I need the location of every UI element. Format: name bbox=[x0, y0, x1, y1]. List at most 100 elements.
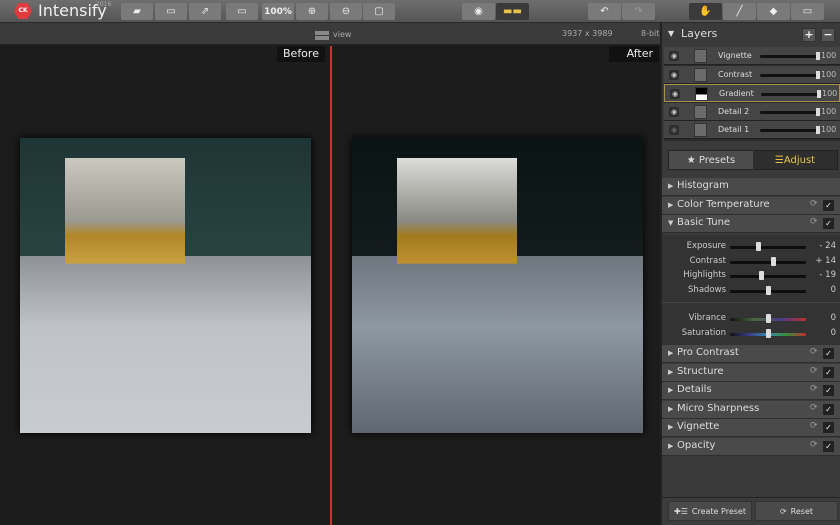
before-label: Before bbox=[277, 46, 325, 62]
slider-handle[interactable] bbox=[770, 256, 776, 266]
hand-icon: ✋ bbox=[699, 6, 712, 17]
slider-value: + 14 bbox=[815, 255, 836, 266]
enable-checkbox[interactable]: ✓ bbox=[823, 199, 834, 211]
reset-icon[interactable]: ⟳ bbox=[810, 384, 818, 394]
panel-tabs: ★ Presets ☰ Adjust bbox=[668, 150, 838, 170]
enable-checkbox[interactable]: ✓ bbox=[823, 403, 834, 415]
layer-row[interactable]: ◉ Vignette 100 bbox=[664, 47, 840, 65]
batch-button[interactable]: ▭ bbox=[155, 3, 187, 20]
slider-track[interactable] bbox=[730, 275, 806, 278]
section-histogram[interactable]: ▶ Histogram bbox=[662, 178, 840, 196]
slider-highlights[interactable]: Highlights - 19 bbox=[662, 269, 840, 283]
slider-track[interactable] bbox=[730, 246, 806, 249]
add-layer-button[interactable]: + bbox=[802, 28, 816, 42]
section-basic-tune[interactable]: ▼ Basic Tune ⟳ ✓ bbox=[662, 215, 840, 233]
eye-icon[interactable]: ◉ bbox=[669, 51, 679, 61]
slider-value: - 24 bbox=[819, 241, 836, 251]
batch-icon: ▭ bbox=[166, 6, 176, 17]
reset-icon[interactable]: ⟳ bbox=[810, 347, 818, 357]
zoom-level-button[interactable]: 100% bbox=[262, 3, 294, 20]
reset-icon[interactable]: ⟳ bbox=[810, 440, 818, 450]
compare-window-button[interactable]: ▭ bbox=[226, 3, 258, 20]
export-button[interactable]: ⇗ bbox=[189, 3, 221, 20]
section-vignette[interactable]: ▶ Vignette ⟳ ✓ bbox=[662, 419, 840, 437]
gradient-tool-button[interactable]: ▭ bbox=[791, 3, 824, 20]
enable-checkbox[interactable]: ✓ bbox=[823, 366, 834, 378]
slider-track[interactable] bbox=[730, 260, 806, 264]
opacity-handle[interactable] bbox=[816, 52, 820, 60]
slider-handle[interactable] bbox=[765, 314, 771, 323]
opacity-slider[interactable] bbox=[760, 110, 818, 114]
enable-checkbox[interactable]: ✓ bbox=[823, 348, 834, 359]
open-button[interactable]: ▰ bbox=[121, 3, 153, 20]
section-color-temperature[interactable]: ▶ Color Temperature ⟳ ✓ bbox=[662, 196, 840, 215]
reset-icon[interactable]: ⟳ bbox=[810, 403, 818, 413]
slider-handle[interactable] bbox=[765, 328, 771, 338]
enable-checkbox[interactable]: ✓ bbox=[823, 385, 834, 396]
reset-icon[interactable]: ⟳ bbox=[810, 217, 818, 227]
slider-shadows[interactable]: Shadows 0 bbox=[662, 284, 840, 298]
view-label[interactable]: view bbox=[333, 30, 351, 39]
opacity-handle[interactable] bbox=[817, 90, 821, 98]
layer-thumbnail bbox=[694, 49, 707, 63]
slider-label: Shadows bbox=[688, 284, 726, 295]
brush-tool-button[interactable]: ╱ bbox=[723, 3, 756, 20]
section-details[interactable]: ▶ Details ⟳ ✓ bbox=[662, 382, 840, 400]
enable-checkbox[interactable]: ✓ bbox=[823, 422, 834, 433]
split-view-icon: ▬▬ bbox=[503, 6, 522, 17]
opacity-handle[interactable] bbox=[816, 70, 820, 79]
section-micro-sharpness[interactable]: ▶ Micro Sharpness ⟳ ✓ bbox=[662, 400, 840, 419]
redo-button[interactable]: ↷ bbox=[622, 3, 655, 20]
slider-value: 0 bbox=[830, 313, 836, 323]
reset-button[interactable]: ⟳ Reset bbox=[755, 501, 838, 521]
split-divider[interactable] bbox=[330, 46, 332, 525]
eye-icon[interactable]: ◉ bbox=[669, 69, 679, 80]
reset-icon[interactable]: ⟳ bbox=[810, 199, 818, 209]
section-opacity[interactable]: ▶ Opacity ⟳ ✓ bbox=[662, 437, 840, 456]
layer-row-selected[interactable]: ◉ Gradient 100 bbox=[664, 84, 840, 102]
eye-icon[interactable]: ◉ bbox=[669, 106, 679, 117]
undo-button[interactable]: ↶ bbox=[588, 3, 621, 20]
enable-checkbox[interactable]: ✓ bbox=[823, 440, 834, 452]
reset-icon[interactable]: ⟳ bbox=[810, 366, 818, 376]
slider-handle[interactable] bbox=[758, 271, 764, 280]
layer-row[interactable]: ◉ Detail 1 100 bbox=[664, 121, 840, 139]
fit-screen-icon: ▢ bbox=[374, 6, 384, 17]
slider-handle[interactable] bbox=[756, 242, 762, 251]
create-preset-button[interactable]: ✚☰ Create Preset bbox=[668, 501, 752, 521]
opacity-slider[interactable] bbox=[760, 55, 818, 58]
preview-button[interactable]: ◉ bbox=[462, 3, 495, 20]
zoom-out-button[interactable]: ⊖ bbox=[330, 3, 362, 20]
expand-arrow-icon: ▶ bbox=[668, 404, 674, 413]
view-menu-icon[interactable] bbox=[315, 31, 329, 40]
remove-layer-button[interactable]: − bbox=[821, 28, 835, 42]
slider-label: Saturation bbox=[681, 327, 726, 338]
eye-hidden-icon[interactable]: ◉ bbox=[669, 125, 679, 135]
opacity-slider[interactable] bbox=[760, 129, 818, 132]
layer-row[interactable]: ◉ Contrast 100 bbox=[664, 65, 840, 84]
slider-contrast[interactable]: Contrast + 14 bbox=[662, 255, 840, 269]
slider-handle[interactable] bbox=[765, 285, 771, 295]
section-structure[interactable]: ▶ Structure ⟳ ✓ bbox=[662, 363, 840, 382]
section-title: Opacity bbox=[677, 439, 716, 451]
eraser-tool-button[interactable]: ◆ bbox=[757, 3, 790, 20]
slider-saturation[interactable]: Saturation 0 bbox=[662, 327, 840, 341]
opacity-slider[interactable] bbox=[761, 93, 819, 96]
hand-tool-button[interactable]: ✋ bbox=[689, 3, 722, 20]
opacity-slider[interactable] bbox=[760, 73, 818, 77]
tab-presets[interactable]: ★ Presets bbox=[669, 151, 753, 169]
layer-row[interactable]: ◉ Detail 2 100 bbox=[664, 102, 840, 121]
slider-exposure[interactable]: Exposure - 24 bbox=[662, 240, 840, 254]
section-pro-contrast[interactable]: ▶ Pro Contrast ⟳ ✓ bbox=[662, 345, 840, 363]
opacity-handle[interactable] bbox=[816, 107, 820, 116]
split-view-button[interactable]: ▬▬ bbox=[496, 3, 529, 20]
opacity-handle[interactable] bbox=[816, 126, 820, 134]
eye-icon[interactable]: ◉ bbox=[670, 89, 680, 99]
reset-icon[interactable]: ⟳ bbox=[810, 421, 818, 431]
slider-vibrance[interactable]: Vibrance 0 bbox=[662, 312, 840, 326]
fit-screen-button[interactable]: ▢ bbox=[363, 3, 395, 20]
tab-adjust[interactable]: ☰ Adjust bbox=[753, 151, 837, 169]
section-title: Vignette bbox=[677, 421, 720, 432]
zoom-in-button[interactable]: ⊕ bbox=[296, 3, 328, 20]
enable-checkbox[interactable]: ✓ bbox=[823, 218, 834, 229]
